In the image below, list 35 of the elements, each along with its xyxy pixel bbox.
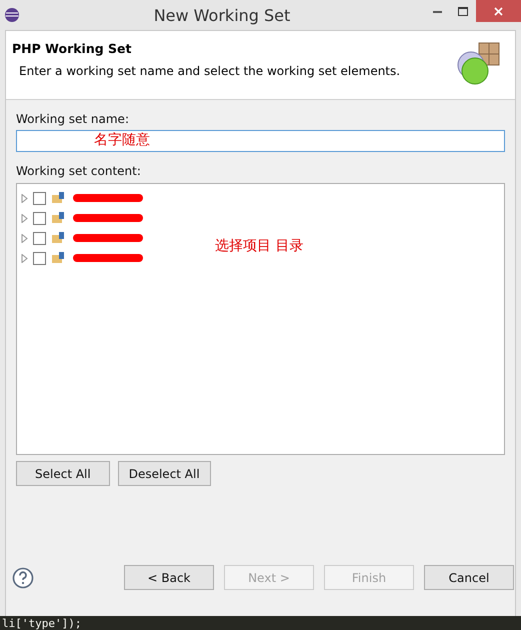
expand-icon[interactable] <box>21 194 28 202</box>
deselect-all-button[interactable]: Deselect All <box>118 461 211 486</box>
minimize-icon <box>432 10 442 12</box>
redaction-mark <box>73 214 143 222</box>
dialog-button[interactable]: Cancel <box>424 565 514 590</box>
expand-icon[interactable] <box>21 234 28 242</box>
checkbox[interactable] <box>33 192 46 204</box>
project-icon <box>51 211 65 225</box>
code-text: li['type']); <box>2 616 82 630</box>
page-description: Enter a working set name and select the working set elements. <box>18 64 402 78</box>
dialog-button[interactable]: < Back <box>124 565 214 590</box>
project-icon <box>51 231 65 245</box>
maximize-icon <box>458 6 468 16</box>
redaction-mark <box>73 254 143 262</box>
window-title: New Working Set <box>152 6 292 24</box>
field-label: Working set name: <box>16 112 130 126</box>
name-field[interactable] <box>16 130 505 152</box>
app-icon <box>4 7 20 23</box>
project-icon <box>51 251 65 265</box>
help-icon[interactable] <box>12 566 34 588</box>
annotation-text: 选择项目 目录 <box>215 237 304 255</box>
redaction-mark <box>73 234 143 242</box>
checkbox[interactable] <box>33 232 46 244</box>
expand-icon[interactable] <box>21 254 28 262</box>
field-label: Working set content: <box>16 164 142 178</box>
page-title: PHP Working Set <box>12 41 132 56</box>
close-button[interactable] <box>476 0 521 22</box>
checkbox[interactable] <box>33 212 46 224</box>
redaction-mark <box>73 194 143 202</box>
annotation-text: 名字随意 <box>94 131 150 149</box>
expand-icon[interactable] <box>21 214 28 222</box>
select-all-button[interactable]: Select All <box>16 461 110 486</box>
close-icon <box>494 6 503 16</box>
project-icon <box>51 191 65 205</box>
checkbox[interactable] <box>33 252 46 264</box>
